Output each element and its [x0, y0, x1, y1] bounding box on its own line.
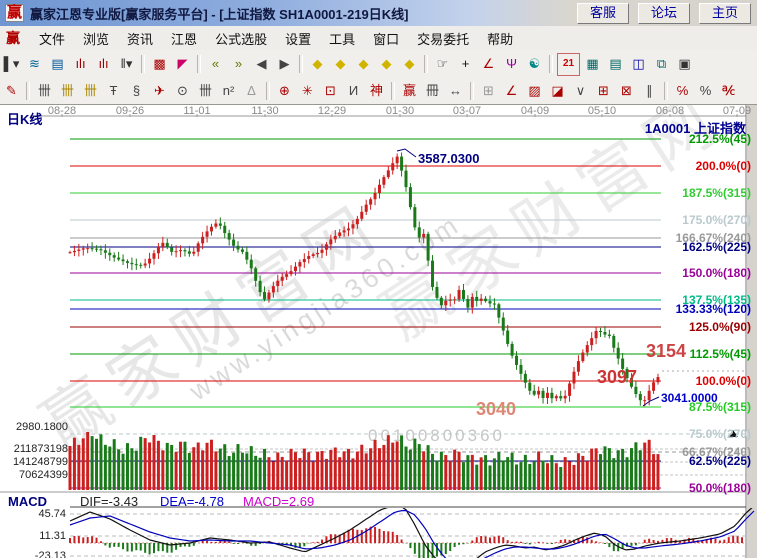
- toolbar-separator: [299, 55, 303, 73]
- toolbar-separator: [197, 55, 201, 73]
- spiral-tool-icon[interactable]: §: [126, 81, 147, 102]
- save-tool-icon[interactable]: ◫: [628, 54, 649, 75]
- comb-tool-icon[interactable]: 卌: [34, 81, 55, 102]
- shape-tool-icon[interactable]: Ψ: [501, 54, 522, 75]
- toolbar-drawing: ✎卌卌卌Ŧ§✈⊙卌n²∆⊕✳⊡И神赢冊↔⊞∠▨◪∨⊞⊠∥℅%℀: [0, 78, 757, 105]
- overlay-wave-icon[interactable]: ≋: [24, 54, 45, 75]
- circle-target-icon[interactable]: ⊕: [274, 81, 295, 102]
- fan-square-icon[interactable]: ◪: [547, 81, 568, 102]
- menu-item-帮助[interactable]: 帮助: [478, 26, 522, 51]
- bars-3-icon[interactable]: ılı: [70, 54, 91, 75]
- nav-next-icon[interactable]: ▶: [274, 54, 295, 75]
- print-tool-icon[interactable]: ▣: [674, 54, 695, 75]
- menu-item-公式选股[interactable]: 公式选股: [206, 26, 276, 51]
- span-arrow-icon[interactable]: ↔: [445, 81, 466, 102]
- k-mark-icon[interactable]: И: [343, 81, 364, 102]
- title-button-客服[interactable]: 客服: [577, 3, 629, 24]
- toolbar-separator: [141, 55, 145, 73]
- brush-tool-icon[interactable]: ✎: [1, 81, 22, 102]
- bars-9-icon[interactable]: ılı: [93, 54, 114, 75]
- star-target-icon[interactable]: ✳: [297, 81, 318, 102]
- zoom-lr-icon[interactable]: ◆: [353, 54, 374, 75]
- calculator-tool-icon[interactable]: ▦: [582, 54, 603, 75]
- grid-square-icon[interactable]: ⊞: [593, 81, 614, 102]
- crosshair-tool-icon[interactable]: +: [455, 54, 476, 75]
- toolbar-separator: [470, 82, 474, 100]
- menu-bar: 赢 文件浏览资讯江恩公式选股设置工具窗口交易委托帮助: [0, 26, 757, 51]
- square-target-icon[interactable]: ⊡: [320, 81, 341, 102]
- circle-tool-icon[interactable]: ☯: [524, 54, 545, 75]
- zoom-right-icon[interactable]: ◆: [330, 54, 351, 75]
- ying-tool-icon[interactable]: 赢: [399, 81, 420, 102]
- toolbar-separator: [664, 82, 668, 100]
- copy-tool-icon[interactable]: ⧉: [651, 54, 672, 75]
- dart-tool-icon[interactable]: ✈: [149, 81, 170, 102]
- app-window: 赢家财富网 www.yingjia360.com 赢家财富网 001008003…: [0, 0, 757, 558]
- angle-tool-icon[interactable]: ∠: [478, 54, 499, 75]
- menu-item-江恩[interactable]: 江恩: [162, 26, 206, 51]
- comb-tool-2-icon[interactable]: 卌: [195, 81, 216, 102]
- zoom-ud-icon[interactable]: ◆: [376, 54, 397, 75]
- title-button-group: 客服论坛主页: [577, 3, 751, 24]
- nav-prev-icon[interactable]: ◀: [251, 54, 272, 75]
- percent-icon[interactable]: %: [695, 81, 716, 102]
- n-square-icon[interactable]: n²: [218, 81, 239, 102]
- shen-tool-icon[interactable]: 神: [366, 81, 387, 102]
- gann-box-tool-icon[interactable]: ▩: [149, 54, 170, 75]
- quote-list-icon[interactable]: ▤: [47, 54, 68, 75]
- zoom-all-icon[interactable]: ◆: [399, 54, 420, 75]
- scale-pct-icon[interactable]: ℅: [672, 81, 693, 102]
- box-grid-icon[interactable]: ⊞: [478, 81, 499, 102]
- menu-item-浏览[interactable]: 浏览: [74, 26, 118, 51]
- title-button-主页[interactable]: 主页: [699, 3, 751, 24]
- cycle-circle-icon[interactable]: ⊙: [172, 81, 193, 102]
- calendar-tool-icon[interactable]: 21: [557, 53, 580, 76]
- grid-square-2-icon[interactable]: ⊠: [616, 81, 637, 102]
- notepad-tool-icon[interactable]: ▤: [605, 54, 626, 75]
- nav-first-icon[interactable]: «: [205, 54, 226, 75]
- ray-fan-icon[interactable]: ∠: [501, 81, 522, 102]
- zoom-left-icon[interactable]: ◆: [307, 54, 328, 75]
- toolbar-separator: [26, 82, 30, 100]
- menu-item-交易委托[interactable]: 交易委托: [408, 26, 478, 51]
- menu-item-资讯[interactable]: 资讯: [118, 26, 162, 51]
- toolbar-separator: [424, 55, 428, 73]
- menu-item-文件[interactable]: 文件: [30, 26, 74, 51]
- gold-comb-2-icon[interactable]: 卌: [80, 81, 101, 102]
- pct-bar-icon[interactable]: ℀: [718, 81, 739, 102]
- toolbar-separator: [549, 55, 553, 73]
- window-title: 赢家江恩专业版[赢家服务平台] - [上证指数 SH1A0001-219日K线]: [30, 4, 409, 23]
- kline-style-icon[interactable]: ▌▾: [1, 54, 22, 75]
- toolbar-separator: [266, 82, 270, 100]
- toolbar-separator: [391, 82, 395, 100]
- gann-square-icon[interactable]: ▨: [524, 81, 545, 102]
- menu-logo-icon: 赢: [6, 28, 20, 48]
- menu-item-窗口[interactable]: 窗口: [364, 26, 408, 51]
- title-bar[interactable]: 赢 赢家江恩专业版[赢家服务平台] - [上证指数 SH1A0001-219日K…: [0, 0, 757, 26]
- slant-lines-icon[interactable]: ∥: [639, 81, 660, 102]
- app-logo-icon: 赢: [5, 4, 24, 22]
- v-shape-icon[interactable]: ∨: [570, 81, 591, 102]
- gold-comb-1-icon[interactable]: 卌: [57, 81, 78, 102]
- nav-last-icon[interactable]: »: [228, 54, 249, 75]
- f-comb-icon[interactable]: Ŧ: [103, 81, 124, 102]
- dense-comb-icon[interactable]: 冊: [422, 81, 443, 102]
- toolbar-main: ▌▾≋▤ılıılıǁ▾▩◤«»◀▶◆◆◆◆◆☞+∠Ψ☯21▦▤◫⧉▣: [0, 50, 757, 79]
- angle-a-icon[interactable]: ∆: [241, 81, 262, 102]
- thin-candle-icon[interactable]: ǁ▾: [116, 54, 137, 75]
- title-button-论坛[interactable]: 论坛: [638, 3, 690, 24]
- menu-item-设置[interactable]: 设置: [276, 26, 320, 51]
- menu-item-工具[interactable]: 工具: [320, 26, 364, 51]
- color-flag-icon[interactable]: ◤: [172, 54, 193, 75]
- hand-tool-icon[interactable]: ☞: [432, 54, 453, 75]
